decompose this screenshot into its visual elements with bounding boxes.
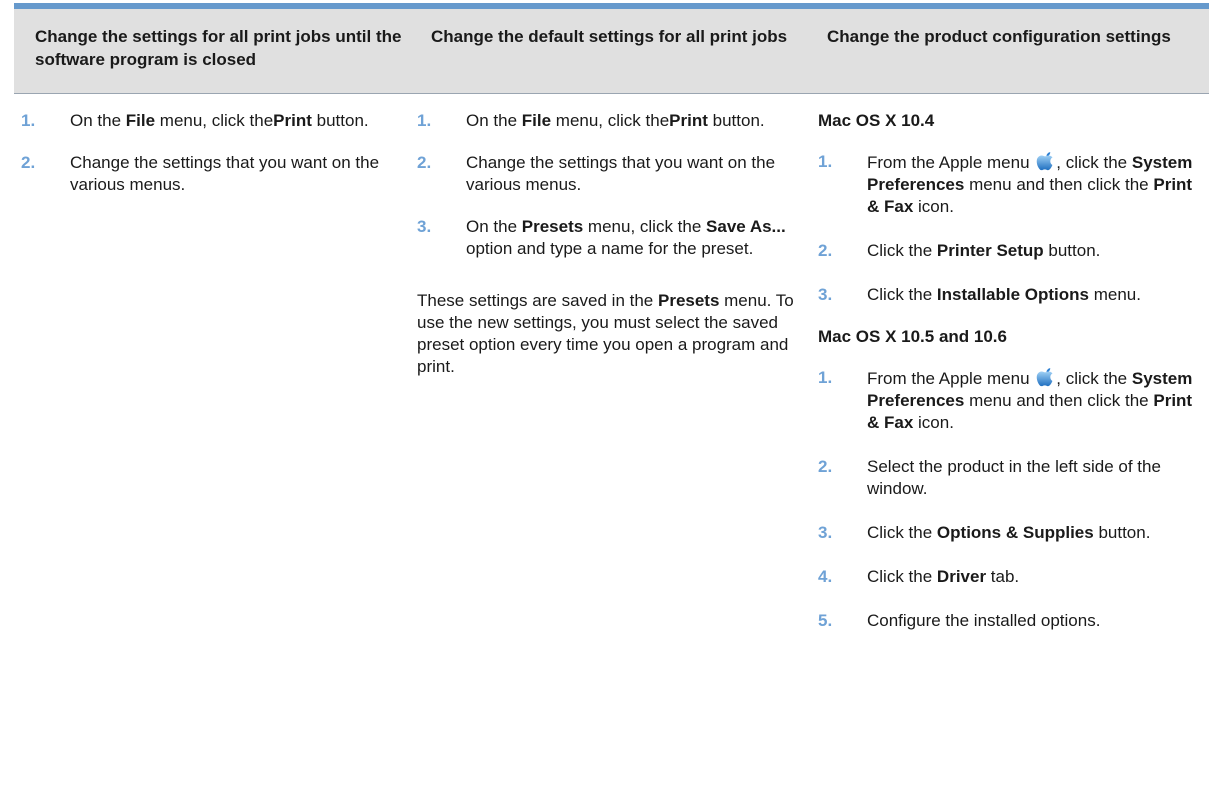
step-number: 1. xyxy=(818,152,833,171)
step-number: 2. xyxy=(21,153,36,172)
header-product-configuration: Change the product configuration setting… xyxy=(827,27,1171,46)
step-text: From the Apple menu , click the System P… xyxy=(867,152,1193,216)
list-item: 1. On the File menu, click thePrint butto… xyxy=(21,110,410,132)
list-item: 2. Change the settings that you want on t… xyxy=(21,152,410,196)
step-text: On the File menu, click thePrint button. xyxy=(70,111,369,130)
step-text: Click the Printer Setup button. xyxy=(867,241,1101,260)
list-item: 3. Click the Installable Options menu. xyxy=(818,284,1209,306)
emphasis-term: Options & Supplies xyxy=(936,523,1094,542)
step-number: 1. xyxy=(417,111,432,130)
list-item: 2. Click the Printer Setup button. xyxy=(818,240,1209,262)
emphasis-term: Driver xyxy=(936,567,987,586)
step-text: Select the product in the left side of t… xyxy=(867,457,1161,498)
step-number: 1. xyxy=(818,368,833,387)
list-item: 1. On the File menu, click thePrint butto… xyxy=(417,110,806,132)
step-number: 5. xyxy=(818,611,833,630)
step-number: 2. xyxy=(417,153,432,172)
os-version-heading: Mac OS X 10.4 xyxy=(818,111,935,130)
step-number: 2. xyxy=(818,457,833,476)
step-text: Change the settings that you want on the… xyxy=(70,153,380,194)
list-item: 2. Select the product in the left side of… xyxy=(818,456,1209,500)
step-text: Click the Installable Options menu. xyxy=(867,285,1141,304)
step-text: Click the Options & Supplies button. xyxy=(867,523,1151,542)
step-text: From the Apple menu , click the System P… xyxy=(867,368,1193,432)
emphasis-term: Print xyxy=(669,111,708,130)
step-number: 3. xyxy=(818,523,833,542)
emphasis-term: System Preferences xyxy=(867,369,1193,410)
col3-body: Mac OS X 10.4 1. From the Apple menu , cli… xyxy=(806,110,1209,632)
step-number: 1. xyxy=(21,111,36,130)
emphasis-term: Print xyxy=(273,111,312,130)
apple-icon xyxy=(1037,152,1053,171)
os-version-heading: Mac OS X 10.5 and 10.6 xyxy=(818,327,1007,346)
emphasis-term: Installable Options xyxy=(936,285,1090,304)
header-default-settings: Change the default settings for all prin… xyxy=(431,27,788,46)
list-item: 1. From the Apple menu , click the System… xyxy=(818,151,1209,218)
list-item: 4. Click the Driver tab. xyxy=(818,566,1209,588)
emphasis-term: System Preferences xyxy=(867,153,1193,194)
step-text: Configure the installed options. xyxy=(867,611,1101,630)
step-text: On the File menu, click thePrint button. xyxy=(466,111,765,130)
presets-note: These settings are saved in the Presets … xyxy=(417,291,794,376)
emphasis-term: File xyxy=(521,111,552,130)
header-session-settings: Change the settings for all print jobs u… xyxy=(35,27,402,69)
emphasis-term: File xyxy=(125,111,156,130)
list-item: 3. Click the Options & Supplies button. xyxy=(818,522,1209,544)
step-text: Change the settings that you want on the… xyxy=(466,153,776,194)
list-item: 1. From the Apple menu , click the System… xyxy=(818,367,1209,434)
list-item: 2. Change the settings that you want on t… xyxy=(417,152,806,196)
step-text: On the Presets menu, click the Save As..… xyxy=(466,217,786,258)
list-item: 3. On the Presets menu, click the Save As… xyxy=(417,216,806,260)
emphasis-term: Printer Setup xyxy=(936,241,1044,260)
step-number: 2. xyxy=(818,241,833,260)
table-header-row: Change the settings for all print jobs u… xyxy=(14,9,1209,93)
emphasis-term: Presets xyxy=(521,217,584,236)
settings-table: Change the settings for all print jobs u… xyxy=(14,0,1209,794)
step-number: 3. xyxy=(818,285,833,304)
col2-body: 1. On the File menu, click thePrint butto… xyxy=(410,110,806,378)
header-divider xyxy=(14,93,1209,94)
col1-body: 1. On the File menu, click thePrint butto… xyxy=(14,110,410,196)
step-number: 4. xyxy=(818,567,833,586)
step-number: 3. xyxy=(417,217,432,236)
emphasis-term: Save As... xyxy=(706,217,786,236)
emphasis-term: Presets xyxy=(657,291,720,310)
list-item: 5. Configure the installed options. xyxy=(818,610,1209,632)
apple-icon xyxy=(1037,368,1053,387)
step-text: Click the Driver tab. xyxy=(867,567,1020,586)
